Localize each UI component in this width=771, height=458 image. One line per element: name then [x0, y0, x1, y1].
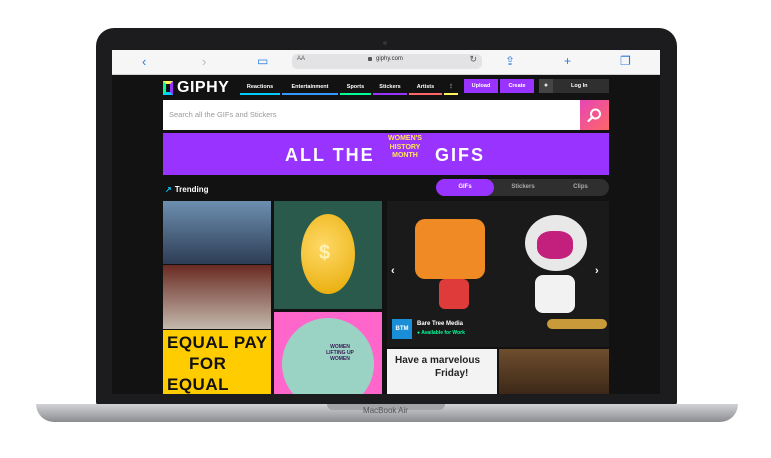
- gif-tile-child[interactable]: [499, 349, 609, 394]
- search-placeholder: Search all the GIFs and Stickers: [169, 110, 277, 119]
- marvelous-line: Friday!: [435, 368, 469, 379]
- device-label: MacBook Air: [363, 406, 408, 415]
- login-label: Log In: [571, 83, 588, 89]
- tab-label: Reactions: [246, 84, 274, 90]
- tab-reactions[interactable]: Reactions: [240, 81, 280, 95]
- toggle-clips[interactable]: Clips: [552, 179, 609, 196]
- tab-stickers[interactable]: Stickers: [373, 81, 407, 95]
- tab-more[interactable]: ⋮: [444, 81, 458, 95]
- equal-pay-text: EQUAL WORK: [167, 375, 229, 394]
- creator-name[interactable]: Bare Tree Media: [417, 321, 463, 327]
- trending-title: Trending: [174, 185, 209, 194]
- creator-avatar[interactable]: BTM: [392, 319, 412, 339]
- carousel-prev-icon[interactable]: ‹: [391, 265, 395, 277]
- banner-left-text: ALL THE: [285, 145, 375, 165]
- gif-tile-flexing-man[interactable]: [163, 201, 271, 264]
- equal-pay-text: EQUAL PAY: [167, 333, 268, 352]
- skateboard-image: [547, 319, 607, 329]
- camera-icon: [383, 41, 387, 45]
- tab-underline: [373, 93, 407, 95]
- search-icon: [587, 108, 601, 123]
- tab-label: Entertainment: [291, 84, 329, 90]
- robot-cat-body: [439, 279, 469, 309]
- marvelous-text: Have a marvelous Friday!: [395, 354, 480, 380]
- gif-tile-equal-pay[interactable]: EQUAL PAY FOR EQUAL WORK: [163, 330, 271, 394]
- reader-aa[interactable]: AA: [297, 56, 305, 62]
- tab-label: Sports: [346, 84, 365, 90]
- equal-pay-text: FOR: [189, 354, 227, 373]
- tab-label: Stickers: [379, 84, 401, 90]
- share-icon[interactable]: ⇪: [505, 54, 515, 68]
- carousel-next-icon[interactable]: ›: [595, 265, 599, 277]
- content-type-toggle: GIFs Stickers Clips: [436, 179, 609, 196]
- tab-underline: [240, 93, 280, 95]
- gif-tile-women-lifting[interactable]: WOMEN LIFTING UP WOMEN: [274, 312, 382, 394]
- reload-icon[interactable]: ↻: [469, 54, 477, 65]
- womens-history-badge: WOMEN'S HISTORY MONTH: [388, 135, 422, 159]
- upload-button[interactable]: Upload: [464, 79, 498, 93]
- trending-heading[interactable]: ↗ Trending: [165, 185, 208, 194]
- tab-sports[interactable]: Sports: [340, 81, 371, 95]
- gif-tile-coin[interactable]: $: [274, 201, 382, 309]
- lock-icon: [368, 57, 372, 61]
- toggle-gifs[interactable]: GIFs: [436, 179, 494, 196]
- promo-banner[interactable]: ALL THE WOMEN'S HISTORY MONTH GIFS: [163, 133, 609, 175]
- robot-cat-image: [415, 219, 485, 279]
- gif-tile-marvelous-friday[interactable]: Have a marvelous Friday!: [387, 349, 497, 394]
- coin-image: $: [301, 214, 355, 294]
- logo-text: GIPHY: [177, 79, 230, 96]
- more-icon: ⋮: [448, 84, 454, 90]
- forward-icon[interactable]: ›: [202, 54, 206, 69]
- search-button[interactable]: [580, 100, 609, 130]
- tab-underline: [409, 93, 442, 95]
- screen: ‹ › ▭ AA giphy.com ↻ ⇪ + ❐ GIPHY Reactio…: [112, 50, 660, 394]
- women-text: WOMEN LIFTING UP WOMEN: [326, 344, 354, 362]
- banner-right-text: GIFS: [435, 145, 486, 165]
- tab-underline: [340, 93, 371, 95]
- toggle-stickers[interactable]: Stickers: [494, 179, 552, 196]
- astronaut-body-image: [535, 275, 575, 313]
- tabs-icon[interactable]: ❐: [620, 54, 631, 68]
- gif-tile-featured-robots[interactable]: ‹ › BTM Bare Tree Media ● Available for …: [387, 201, 609, 347]
- create-button[interactable]: Create: [500, 79, 534, 93]
- book-icon[interactable]: ▭: [257, 54, 268, 68]
- new-tab-icon[interactable]: +: [564, 54, 571, 68]
- tab-label: Artists: [416, 84, 435, 90]
- tab-entertainment[interactable]: Entertainment: [282, 81, 338, 95]
- safari-toolbar: ‹ › ▭ AA giphy.com ↻ ⇪ + ❐: [112, 50, 660, 75]
- address-bar[interactable]: AA giphy.com ↻: [292, 54, 482, 69]
- search-input[interactable]: Search all the GIFs and Stickers: [163, 100, 580, 130]
- marvelous-line: Have a marvelous: [395, 355, 481, 366]
- tab-artists[interactable]: Artists: [409, 81, 442, 95]
- login-button[interactable]: ● Log In: [539, 79, 609, 93]
- user-icon: ●: [539, 79, 553, 93]
- frog-face-image: [537, 231, 573, 259]
- creator-status: ● Available for Work: [417, 330, 465, 336]
- tab-underline: [444, 93, 458, 95]
- url-text[interactable]: giphy.com: [376, 56, 403, 62]
- trending-icon: ↗: [165, 185, 172, 194]
- giphy-page: GIPHY Reactions Entertainment Sports Sti…: [112, 75, 660, 394]
- back-icon[interactable]: ‹: [142, 54, 146, 69]
- giphy-logo-icon: [163, 81, 173, 95]
- gif-tile-politician[interactable]: [163, 265, 271, 329]
- tab-underline: [282, 93, 338, 95]
